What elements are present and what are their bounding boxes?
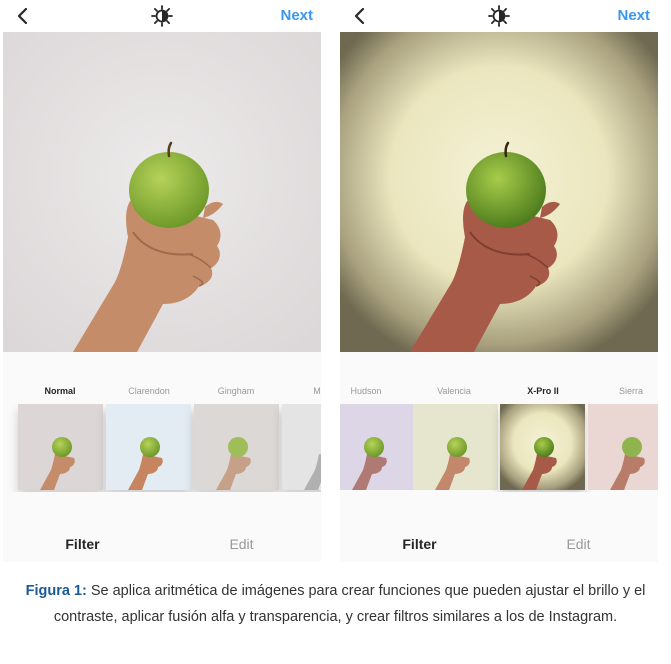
top-bar: Next <box>340 0 658 32</box>
filter-thumb-partial[interactable] <box>282 404 321 490</box>
filter-label-gingham[interactable]: Gingham <box>218 386 255 396</box>
brightness-icon <box>488 5 510 27</box>
filter-thumb-clarendon[interactable] <box>106 404 191 490</box>
filter-thumb-normal[interactable] <box>18 404 103 490</box>
filter-thumbnails <box>3 404 321 492</box>
filter-thumbnails <box>340 404 658 492</box>
filter-label-hudson[interactable]: Hudson <box>350 386 381 396</box>
next-button[interactable]: Next <box>280 7 313 25</box>
photo-preview <box>3 32 321 352</box>
filter-label-xpro2[interactable]: X-Pro II <box>527 386 559 396</box>
filter-label-valencia[interactable]: Valencia <box>437 386 471 396</box>
caption-label: Figura 1: <box>25 583 87 599</box>
bottom-tabs: Filter Edit <box>3 524 321 562</box>
figure-caption: Figura 1: Se aplica aritmética de imágen… <box>0 578 671 630</box>
filter-label-clarendon[interactable]: Clarendon <box>128 386 170 396</box>
phone-screen-xpro: Next Hudson Valencia X-Pro II Sierra Fil… <box>340 0 658 562</box>
tab-filter[interactable]: Filter <box>340 536 499 552</box>
tab-edit[interactable]: Edit <box>499 536 658 552</box>
filter-thumb-sierra[interactable] <box>588 404 658 490</box>
filter-names-row: Hudson Valencia X-Pro II Sierra <box>340 386 658 400</box>
filter-thumb-xpro2[interactable] <box>500 404 585 490</box>
filter-names-row: Normal Clarendon Gingham M <box>3 386 321 400</box>
chevron-left-icon <box>354 7 365 25</box>
filter-label-partial[interactable]: M <box>313 386 321 396</box>
brightness-button[interactable] <box>150 4 174 28</box>
top-bar: Next <box>3 0 321 32</box>
next-button[interactable]: Next <box>617 7 650 25</box>
brightness-button[interactable] <box>487 4 511 28</box>
filter-thumb-gingham[interactable] <box>194 404 279 490</box>
filter-thumb-valencia[interactable] <box>413 404 498 490</box>
bottom-tabs: Filter Edit <box>340 524 658 562</box>
filter-label-sierra[interactable]: Sierra <box>619 386 643 396</box>
back-button[interactable] <box>11 4 35 28</box>
tab-filter[interactable]: Filter <box>3 536 162 552</box>
filter-label-normal[interactable]: Normal <box>44 386 75 396</box>
tab-edit[interactable]: Edit <box>162 536 321 552</box>
phone-screen-normal: Next Normal Clarendon Gingham M Filter E… <box>3 0 321 562</box>
back-button[interactable] <box>348 4 372 28</box>
caption-text: Se aplica aritmética de imágenes para cr… <box>53 583 646 625</box>
photo-preview <box>340 32 658 352</box>
chevron-left-icon <box>17 7 28 25</box>
brightness-icon <box>151 5 173 27</box>
